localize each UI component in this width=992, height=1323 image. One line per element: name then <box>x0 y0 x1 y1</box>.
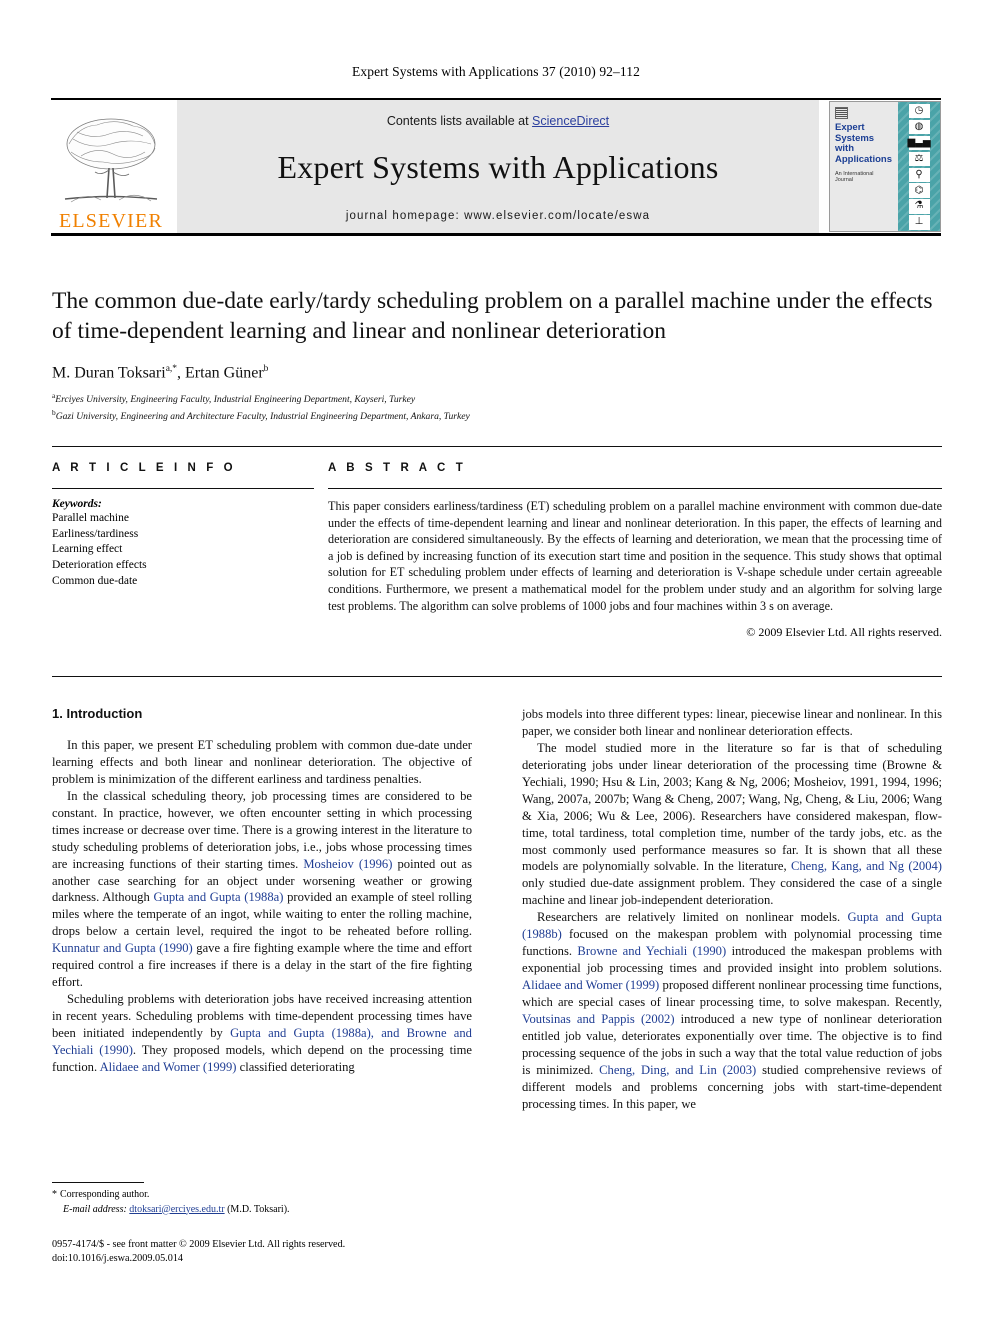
cover-mini-logo-icon <box>835 107 848 119</box>
journal-cover-thumbnail: Expert Systems with Applications An Inte… <box>829 101 941 232</box>
abstract-copyright: © 2009 Elsevier Ltd. All rights reserved… <box>746 625 942 640</box>
footnote-block: * Corresponding author. E-mail address: d… <box>52 1182 472 1217</box>
page-title: The common due-date early/tardy scheduli… <box>52 288 933 345</box>
affiliations: aErciyes University, Engineering Faculty… <box>52 391 942 423</box>
article-info-heading: A R T I C L E I N F O <box>52 462 237 474</box>
scales-icon: ⚖ <box>908 151 930 166</box>
corresponding-author-label: Corresponding author. <box>60 1189 150 1200</box>
abstract-column: A B S T R A C T This paper considers ear… <box>328 462 942 640</box>
keyword-item: Common due-date <box>52 574 138 587</box>
journal-masthead: ELSEVIER Contents lists available at Sci… <box>51 98 941 236</box>
cover-front: Expert Systems with Applications An Inte… <box>830 102 898 231</box>
cover-title-line: Applications <box>835 153 893 165</box>
body-paragraph: The model studied more in the literature… <box>522 740 943 908</box>
keyword-item: Learning effect <box>52 543 123 556</box>
title-block: The common due-date early/tardy scheduli… <box>52 286 942 424</box>
info-top-rule <box>52 446 942 447</box>
cover-subtitle-line: An International <box>835 170 874 177</box>
body-paragraph: Scheduling problems with deterioration j… <box>52 992 472 1074</box>
elsevier-logo: ELSEVIER <box>51 100 171 233</box>
footnote-text: * Corresponding author. E-mail address: d… <box>52 1188 472 1217</box>
abstract-rule <box>328 488 942 489</box>
affiliation-b: bGazi University, Engineering and Archit… <box>52 408 942 424</box>
author-list: M. Duran Toksaria,*, Ertan Günerb <box>52 364 269 382</box>
body-paragraph: In the classical scheduling theory, job … <box>52 788 473 990</box>
email-address-label: E-mail address: <box>63 1203 127 1215</box>
body-paragraph: Researchers are relatively limited on no… <box>522 910 943 1111</box>
masthead-grey-panel: Contents lists available at ScienceDirec… <box>177 100 819 233</box>
affiliation-text: Erciyes University, Engineering Faculty,… <box>55 394 416 406</box>
footnote-rule <box>52 1182 144 1183</box>
left-column: 1. Introduction In this paper, we presen… <box>52 706 472 1226</box>
info-bottom-rule <box>52 676 942 677</box>
sciencedirect-link[interactable]: ScienceDirect <box>532 114 609 128</box>
affiliation-text: Gazi University, Engineering and Archite… <box>55 410 470 422</box>
author-name: M. Duran Toksari <box>52 364 166 382</box>
satellite-dish-icon: ⌬ <box>908 183 930 198</box>
cover-subtitle-line: Journal <box>835 177 854 184</box>
affiliation-a: aErciyes University, Engineering Faculty… <box>52 391 942 407</box>
abstract-heading: A B S T R A C T <box>328 462 467 474</box>
journal-title: Expert Systems with Applications <box>277 149 719 185</box>
abstract-text: This paper considers earliness/tardiness… <box>328 499 942 613</box>
masthead-bottom-rule <box>51 233 941 236</box>
section-heading-introduction: 1. Introduction <box>52 706 143 721</box>
clock-icon: ◷ <box>908 104 930 119</box>
cover-title: Expert Systems with Applications <box>835 122 894 166</box>
body-columns: 1. Introduction In this paper, we presen… <box>52 706 942 1226</box>
elsevier-wordmark: ELSEVIER <box>58 210 164 232</box>
right-column: jobs models into three different types: … <box>522 706 942 1226</box>
doi-line: doi:10.1016/j.eswa.2009.05.014 <box>52 1253 184 1265</box>
keywords-list: Parallel machine Earliness/tardiness Lea… <box>52 511 314 589</box>
email-owner: (M.D. Toksari). <box>227 1203 290 1215</box>
body-paragraph: jobs models into three different types: … <box>522 707 942 738</box>
body-paragraph: In this paper, we present ET scheduling … <box>52 738 472 786</box>
contents-line: Contents lists available at ScienceDirec… <box>387 114 609 128</box>
globe-icon: ◍ <box>908 119 930 135</box>
page-footer: 0957-4174/$ - see front matter © 2009 El… <box>52 1238 522 1267</box>
keywords-label: Keywords: <box>52 498 102 510</box>
keyword-item: Parallel machine <box>52 512 129 524</box>
masthead-body: ELSEVIER Contents lists available at Sci… <box>51 100 941 233</box>
contents-prefix: Contents lists available at <box>386 114 533 128</box>
article-info-rule <box>52 488 314 489</box>
issn-copyright-line: 0957-4174/$ - see front matter © 2009 El… <box>52 1239 346 1250</box>
author-affil-marker: b <box>263 364 269 375</box>
keyword-item: Earliness/tardiness <box>52 527 139 540</box>
cover-subtitle: An International Journal <box>835 171 894 184</box>
flask-icon: ⚗ <box>908 199 930 214</box>
email-note: E-mail address: dtoksari@erciyes.edu.tr … <box>63 1203 472 1218</box>
corresponding-author-note: * Corresponding author. <box>52 1188 472 1203</box>
author-affil-marker: a,* <box>165 364 178 375</box>
article-info-column: A R T I C L E I N F O Keywords: Parallel… <box>52 462 314 640</box>
footnote-marker: * <box>52 1189 57 1200</box>
author-name: Ertan Güner <box>185 364 264 382</box>
paper-page: Expert Systems with Applications 37 (201… <box>0 0 992 1323</box>
anvil-icon: ⊥ <box>908 215 930 230</box>
cover-icon-strip: ◷ ◍ ▆▃▅ ⚖ ⚲ ⌬ ⚗ ⊥ <box>898 102 940 231</box>
keyword-item: Deterioration effects <box>52 558 147 571</box>
journal-homepage[interactable]: journal homepage: www.elsevier.com/locat… <box>346 210 650 222</box>
article-info-abstract: A R T I C L E I N F O Keywords: Parallel… <box>52 462 942 640</box>
author-email-link[interactable]: dtoksari@erciyes.edu.tr <box>129 1204 224 1215</box>
elsevier-tree-icon <box>57 114 165 210</box>
running-head: Expert Systems with Applications 37 (201… <box>352 64 640 79</box>
bar-chart-icon: ▆▃▅ <box>907 135 931 151</box>
microscope-icon: ⚲ <box>908 167 930 182</box>
